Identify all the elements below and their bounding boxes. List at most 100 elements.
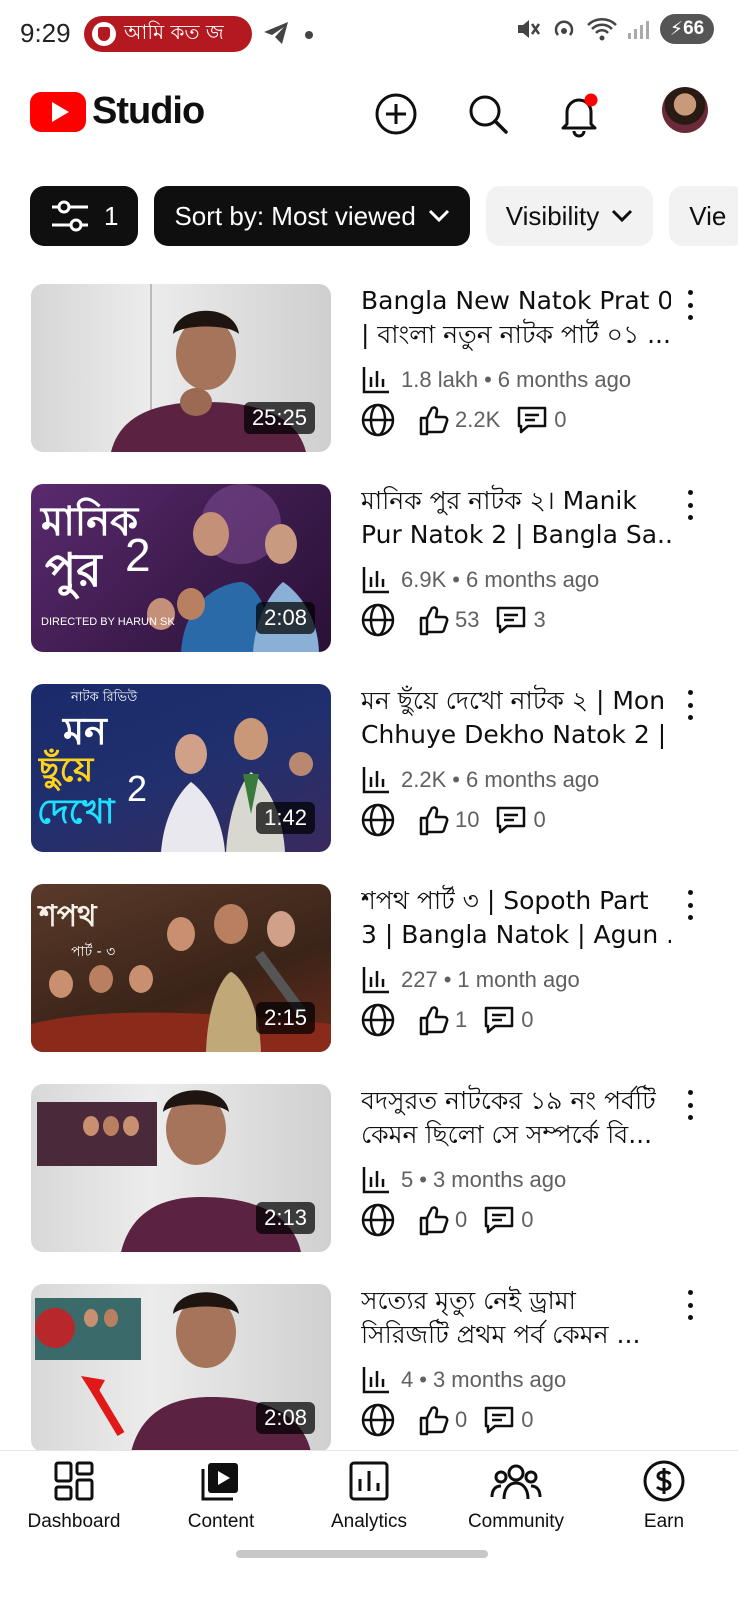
video-title-line1: মানিক পুর নাটক ২। Manik	[361, 486, 637, 515]
video-title[interactable]: সত্যের মৃত্যু নেই ড্রামা সিরিজটি প্রথম প…	[361, 1284, 671, 1352]
more-options-button[interactable]	[680, 290, 700, 320]
separator-dot: •	[419, 1367, 427, 1392]
nav-content[interactable]: Content	[151, 1459, 291, 1533]
community-icon	[490, 1464, 542, 1500]
video-title-line1: মন ছুঁয়ে দেখো নাটক ২ | Mon	[361, 686, 666, 715]
video-stats: 4 • 3 months ago	[361, 1364, 566, 1396]
filter-chips: 1 Sort by: Most viewed Visibility Vie	[30, 186, 738, 246]
video-title[interactable]: বদসুরত নাটকের ১৯ নং পর্বটি কেমন ছিলো সে …	[361, 1084, 671, 1152]
nav-community[interactable]: Community	[446, 1459, 586, 1533]
visibility-label: Visibility	[505, 200, 600, 231]
comment-icon	[485, 1206, 514, 1234]
video-row[interactable]: 2:13 বদসুরত নাটকের ১৯ নং পর্বটি কেমন ছিল…	[0, 1084, 738, 1254]
video-engagement: 0 0	[361, 1402, 550, 1438]
home-indicator[interactable]	[236, 1550, 488, 1558]
more-options-button[interactable]	[680, 890, 700, 920]
brave-shield-icon	[92, 22, 116, 46]
sort-label: Sort by: Most viewed	[174, 200, 416, 231]
analytics-icon	[349, 1461, 389, 1501]
video-title[interactable]: শপথ পার্ট ৩ | Sopoth Part 3 | Bangla Nat…	[361, 884, 671, 952]
views-dropdown[interactable]: Vie	[669, 186, 738, 246]
video-title-line1: সত্যের মৃত্যু নেই ড্রামা	[361, 1286, 576, 1315]
video-duration: 2:13	[256, 1202, 315, 1234]
video-title-line1: শপথ পার্ট ৩ | Sopoth Part	[361, 886, 649, 915]
analytics-bars-icon	[362, 367, 389, 394]
like-icon	[419, 606, 449, 636]
video-duration: 25:25	[243, 402, 315, 434]
nav-label: Community	[467, 1511, 565, 1532]
video-thumbnail[interactable]: শপথ পার্ট - ৩ 2:15	[31, 884, 331, 1052]
hotspot-icon	[554, 20, 574, 36]
notification-text: আমি কত জ	[124, 19, 224, 44]
video-duration: 2:08	[256, 602, 315, 634]
video-thumbnail[interactable]: 2:13	[31, 1084, 331, 1252]
app-header: Studio	[0, 80, 738, 148]
comment-count: 3	[533, 607, 546, 632]
comment-icon	[497, 806, 526, 834]
video-thumbnail[interactable]: 25:25	[31, 284, 331, 452]
battery-indicator: ⚡ 66	[660, 14, 714, 44]
video-title-line2: | বাংলা নতুন নাটক পার্ট ০১ ...	[361, 320, 671, 349]
video-engagement: 10 0	[361, 802, 562, 838]
like-icon	[419, 1406, 449, 1436]
globe-icon	[361, 1203, 395, 1237]
more-options-button[interactable]	[680, 490, 700, 520]
like-count: 0	[455, 1207, 468, 1232]
thumb-title-1: শপথ	[39, 899, 97, 934]
comment-icon	[485, 1406, 514, 1434]
video-title[interactable]: মন ছুঁয়ে দেখো নাটক ২ | Mon Chhuye Dekho…	[361, 684, 671, 752]
separator-dot: •	[443, 967, 452, 992]
system-icons: ⚡ 66	[514, 14, 714, 44]
mute-icon	[518, 20, 541, 38]
youtube-play-icon	[30, 91, 86, 132]
filter-count: 1	[104, 200, 119, 231]
video-stats: 6.9K • 6 months ago	[361, 564, 599, 596]
view-count: 6.9K	[401, 567, 447, 592]
search-button[interactable]	[462, 88, 514, 140]
app-name: Studio	[92, 90, 205, 132]
comment-count: 0	[533, 807, 546, 832]
filter-icon	[52, 200, 88, 232]
content-icon	[201, 1463, 238, 1501]
separator-dot: •	[419, 1167, 427, 1192]
upload-age: 6 months ago	[465, 767, 600, 792]
globe-icon	[361, 1003, 395, 1037]
video-duration: 1:42	[256, 802, 315, 834]
sort-dropdown[interactable]: Sort by: Most viewed	[154, 186, 470, 246]
view-count: 4	[401, 1367, 414, 1392]
video-title[interactable]: Bangla New Natok Prat 01 | বাংলা নতুন না…	[361, 284, 671, 352]
notification-pill[interactable]: আমি কত জ	[84, 16, 252, 52]
video-row[interactable]: 2:08 সত্যের মৃত্যু নেই ড্রামা সিরিজটি প্…	[0, 1284, 738, 1454]
video-thumbnail[interactable]: 2:08	[31, 1284, 331, 1452]
video-thumbnail[interactable]: নাটক রিভিউ মন ছুঁয়ে দেখো 2 1:42	[31, 684, 331, 852]
status-bar: 9:29 আমি কত জ ⚡ 66	[0, 0, 738, 68]
nav-analytics[interactable]: Analytics	[299, 1459, 439, 1533]
video-row[interactable]: 25:25 Bangla New Natok Prat 01 | বাংলা ন…	[0, 284, 738, 454]
separator-dot: •	[452, 767, 460, 792]
comment-icon	[497, 606, 526, 634]
video-engagement: 0 0	[361, 1202, 550, 1238]
create-button[interactable]	[370, 88, 422, 140]
more-options-button[interactable]	[680, 1090, 700, 1120]
more-options-button[interactable]	[680, 690, 700, 720]
upload-age: 6 months ago	[497, 367, 632, 392]
video-engagement: 2.2K 0	[361, 402, 583, 438]
account-avatar[interactable]	[662, 87, 708, 133]
globe-icon	[361, 1403, 395, 1437]
like-count: 53	[455, 607, 480, 632]
more-options-button[interactable]	[680, 1290, 700, 1320]
video-title[interactable]: মানিক পুর নাটক ২। Manik Pur Natok 2 | Ba…	[361, 484, 671, 552]
like-icon	[419, 406, 449, 436]
nav-earn[interactable]: Earn	[594, 1459, 734, 1533]
nav-dashboard[interactable]: Dashboard	[4, 1459, 144, 1533]
filter-button[interactable]: 1	[30, 186, 139, 246]
video-row[interactable]: মানিক পুর 2 DIRECTED BY HARUN SK 2:08 মা…	[0, 484, 738, 654]
video-row[interactable]: শপথ পার্ট - ৩ 2:15 শপথ পার্ট ৩ | Sopoth …	[0, 884, 738, 1054]
notifications-button[interactable]	[553, 88, 605, 140]
video-thumbnail[interactable]: মানিক পুর 2 DIRECTED BY HARUN SK 2:08	[31, 484, 331, 652]
like-count: 2.2K	[455, 407, 501, 432]
youtube-studio-logo: Studio	[30, 90, 205, 133]
thumb-title-3: দেখো	[37, 792, 115, 832]
visibility-dropdown[interactable]: Visibility	[485, 186, 654, 246]
video-row[interactable]: নাটক রিভিউ মন ছুঁয়ে দেখো 2 1:42 মন ছুঁয…	[0, 684, 738, 854]
